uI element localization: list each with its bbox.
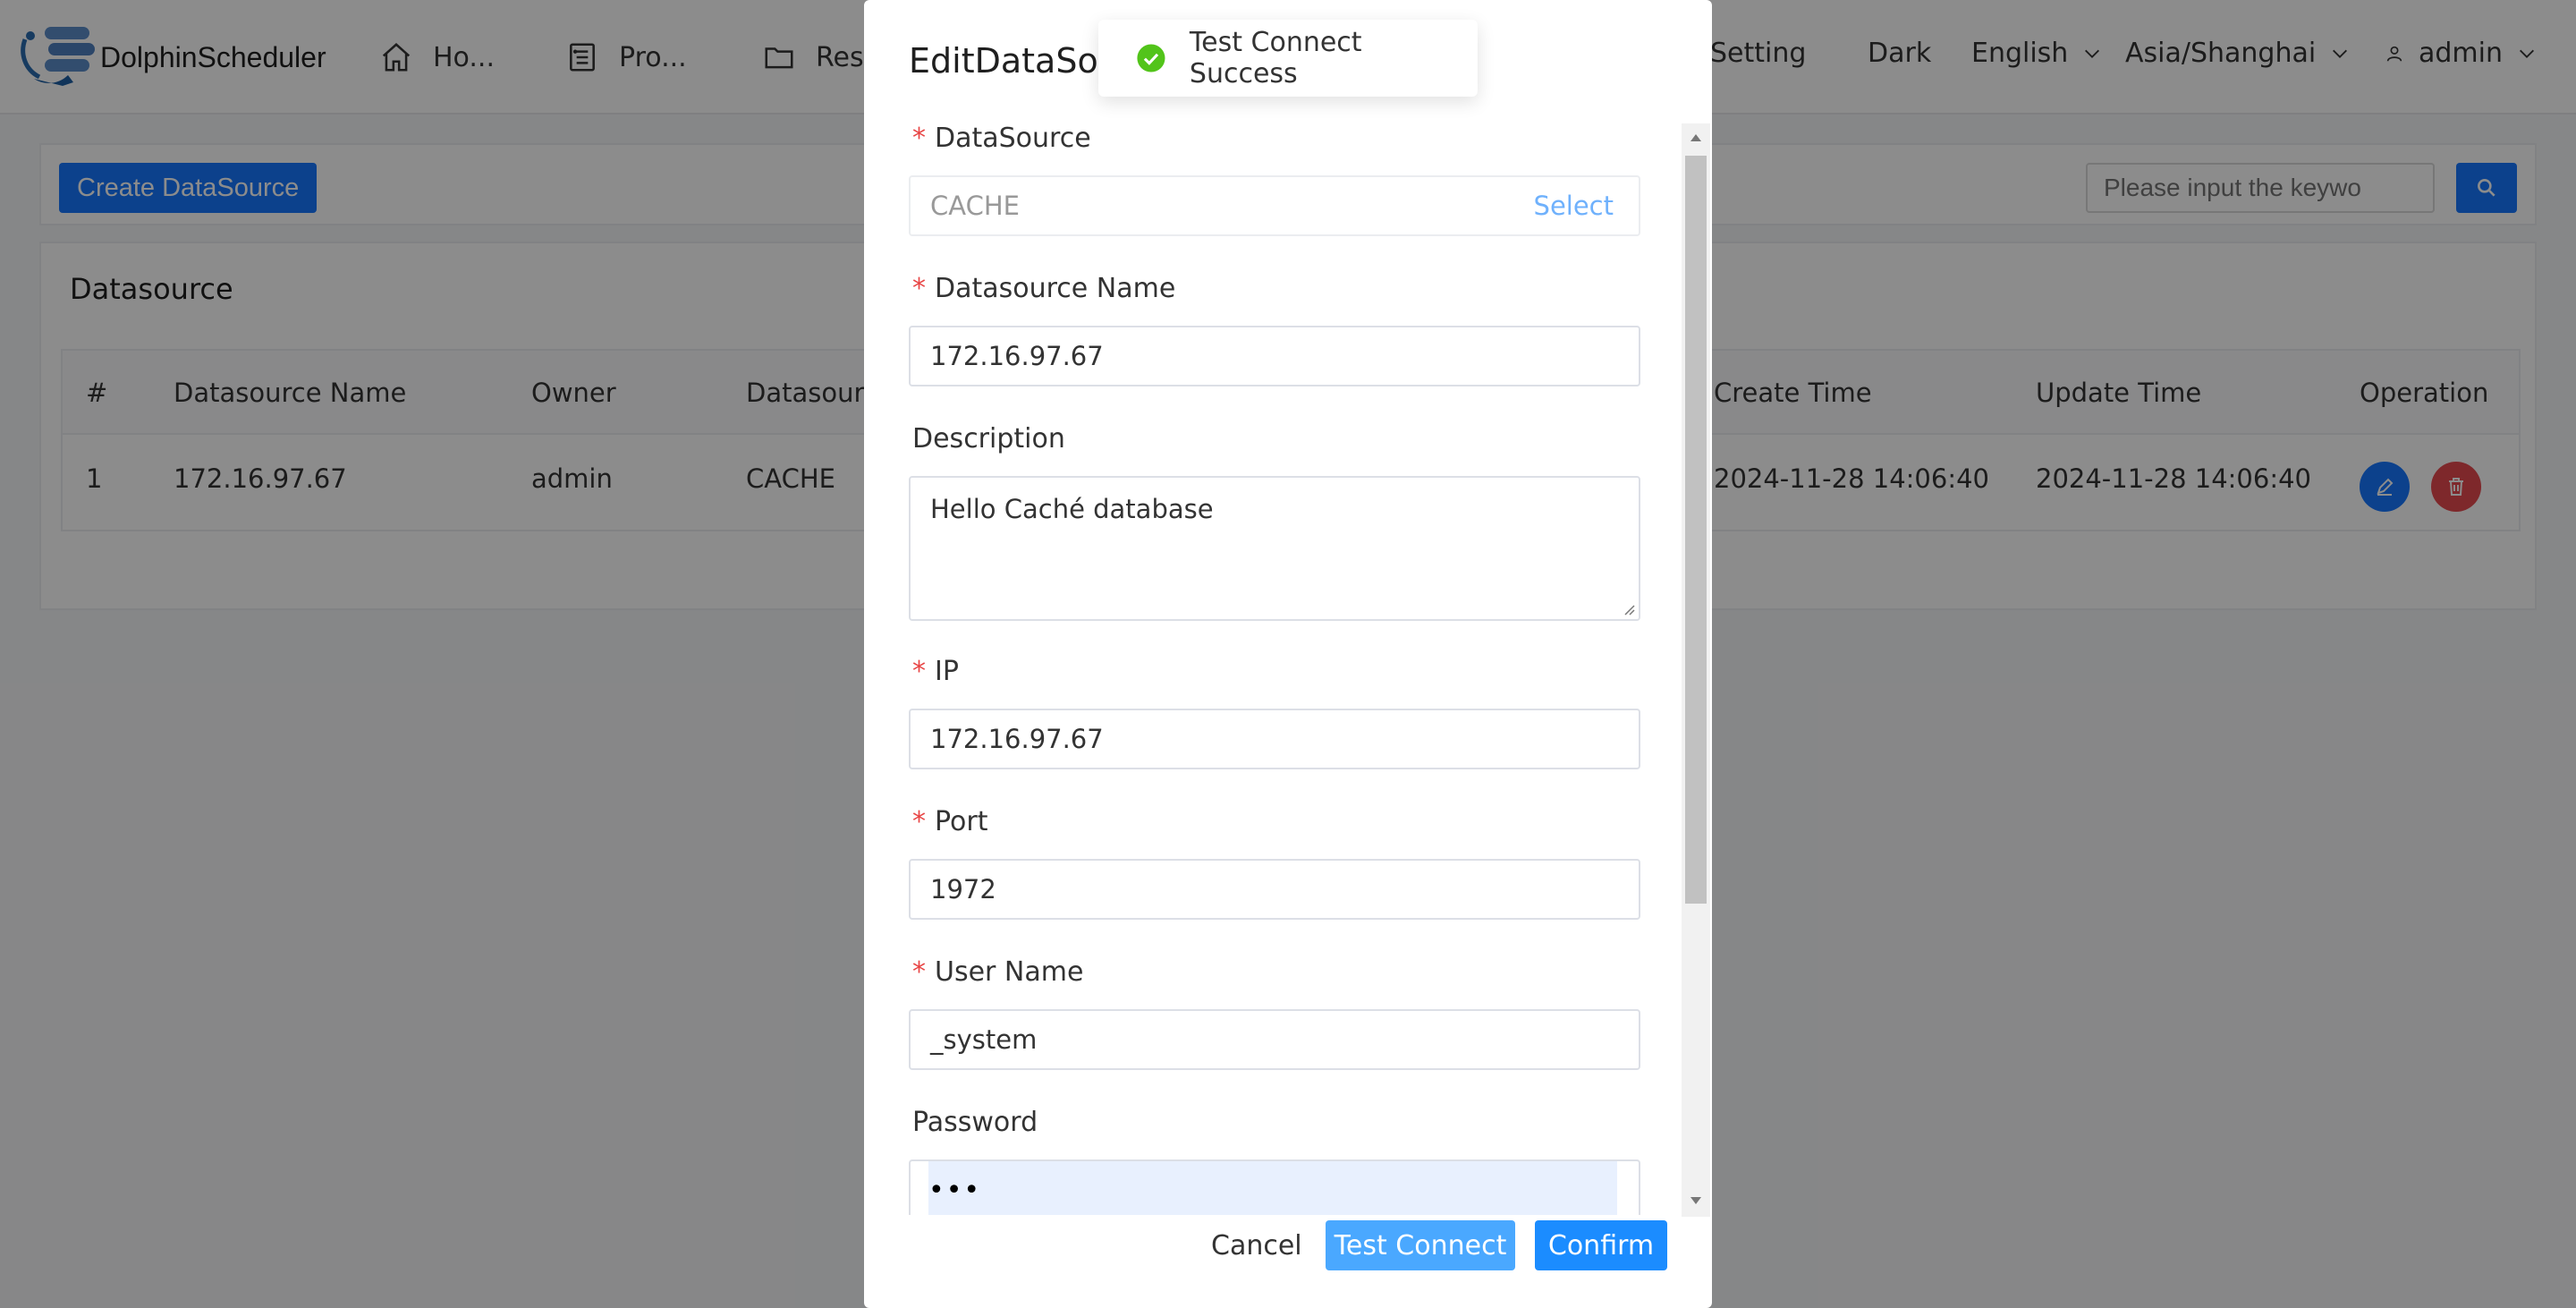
required-mark: * [912,272,926,304]
username-label: User Name [935,956,1084,988]
cancel-button[interactable]: Cancel [1197,1222,1317,1269]
datasource-type-field: CACHE Select [909,175,1640,236]
scroll-thumb[interactable] [1685,156,1707,904]
field-description: Description Hello Caché database [909,417,1642,621]
field-datasource-name: * Datasource Name 172.16.97.67 [909,267,1642,386]
required-mark: * [912,956,926,988]
field-username: * User Name _system [909,950,1642,1070]
password-value: ••• [928,1161,1617,1215]
field-label: * Datasource Name [909,267,1642,310]
modal-title: EditDataSou [909,41,1120,81]
password-input[interactable]: ••• [909,1159,1640,1215]
field-label: * User Name [909,950,1642,993]
resize-handle-icon[interactable] [1621,601,1635,616]
username-input[interactable]: _system [909,1009,1640,1070]
field-label: * IP [909,650,1642,692]
field-password: Password ••• [909,1100,1642,1215]
field-port: * Port 1972 [909,800,1642,920]
datasource-label: DataSource [935,122,1091,154]
datasource-name-input[interactable]: 172.16.97.67 [909,326,1640,386]
field-datasource: * DataSource CACHE Select [909,116,1642,236]
port-label: Port [935,805,988,837]
required-mark: * [912,655,926,687]
field-label: Description [909,417,1642,460]
edit-datasource-modal: EditDataSou * DataSource CACHE Select * Da… [864,0,1712,1308]
scroll-down-icon[interactable] [1689,1195,1703,1206]
scroll-up-icon[interactable] [1689,132,1703,143]
port-input[interactable]: 1972 [909,859,1640,920]
toast-message: Test Connect Success [1189,27,1362,89]
password-label: Password [912,1106,1038,1138]
required-mark: * [912,805,926,837]
select-datasource-link[interactable]: Select [1534,191,1614,221]
ip-input[interactable]: 172.16.97.67 [909,709,1640,769]
modal-footer: Cancel Test Connect Confirm [864,1217,1712,1272]
description-textarea[interactable]: Hello Caché database [909,476,1640,621]
ip-label: IP [935,655,959,687]
datasource-form: * DataSource CACHE Select * Datasource Nam… [909,116,1642,1215]
test-connect-button[interactable]: Test Connect [1326,1220,1515,1270]
required-mark: * [912,122,926,154]
check-circle-icon [1137,44,1165,72]
description-label: Description [912,422,1065,454]
success-toast: Test Connect Success [1098,20,1478,97]
form-scrollbar[interactable] [1682,123,1710,1217]
field-label: * DataSource [909,116,1642,159]
field-ip: * IP 172.16.97.67 [909,650,1642,769]
description-value: Hello Caché database [930,494,1214,524]
datasource-name-label: Datasource Name [935,272,1176,304]
confirm-button[interactable]: Confirm [1535,1220,1667,1270]
datasource-type-value: CACHE [930,191,1020,221]
field-label: Password [909,1100,1642,1143]
field-label: * Port [909,800,1642,843]
